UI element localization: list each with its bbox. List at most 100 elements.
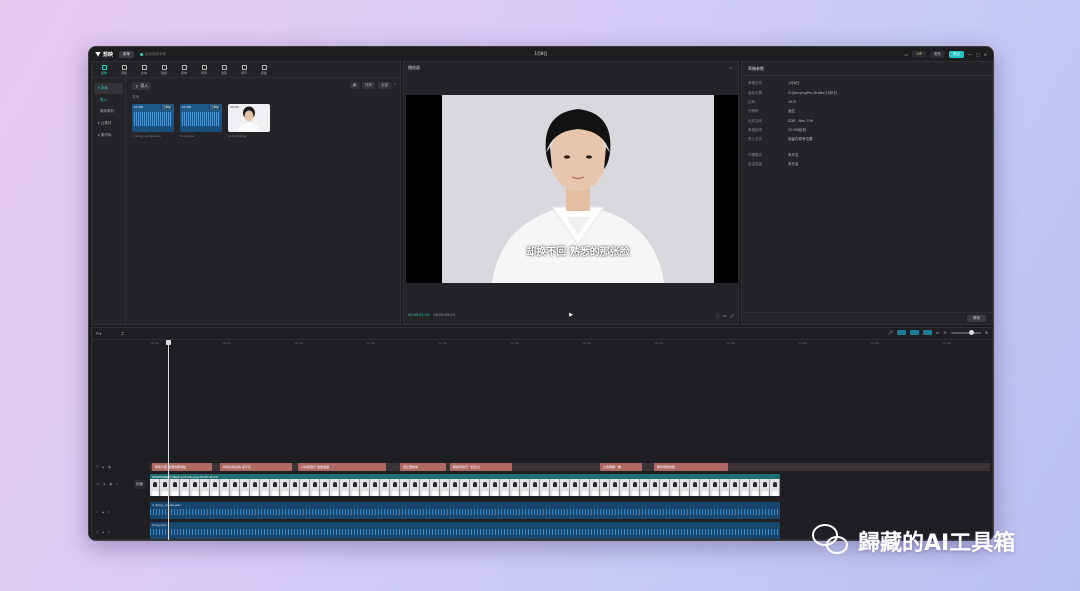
text-clip[interactable]: 回忆里的你 [400, 463, 446, 471]
tab-transition[interactable]: 转场 [194, 62, 214, 77]
mute-icon[interactable]: 🔈︎ [108, 510, 110, 514]
side-item-local[interactable]: ▾ 本地 [94, 83, 123, 94]
video-frame-thumb [740, 479, 750, 496]
video-frame-thumb [720, 479, 730, 496]
split-icon[interactable]: ⌶ [121, 331, 123, 336]
video-clip[interactable]: 0bf2f5ef9a7c48e8 portrait.png 00:05:43:2… [150, 474, 780, 496]
play-icon[interactable]: ▶ [569, 312, 573, 318]
player-menu-icon[interactable]: ≡ [729, 65, 732, 70]
video-frame-thumb [400, 479, 410, 496]
select-tool-icon[interactable]: ⇱▾ [96, 331, 101, 336]
transition-icon [201, 64, 207, 70]
text-clip[interactable]: 却换不回 熟悉的那张脸 [152, 463, 212, 471]
side-item-library[interactable]: ▸ 素材库 [94, 130, 123, 141]
prop-row: 保存位置 D:/JianyingPro Drafts/1月8日 [748, 90, 837, 95]
sort-button[interactable]: 排序 [362, 82, 376, 89]
video-frame-thumb [710, 479, 720, 496]
video-frame: 却换不回 熟悉的那张脸 [442, 95, 714, 283]
magnet-toggle[interactable] [896, 330, 906, 335]
tab-template[interactable]: 模板 [254, 62, 274, 77]
search-icon[interactable]: ⌕ [394, 82, 396, 89]
side-item-import[interactable]: 导入 [92, 95, 125, 106]
video-frame-thumb [680, 479, 690, 496]
time-ruler[interactable]: 00:00 00:20 00:40 01:00 01:20 01:40 02:0… [150, 340, 992, 348]
minimize-icon[interactable]: — [968, 52, 972, 57]
media-section-label: 本地 [132, 95, 139, 99]
tab-adjust[interactable]: 调节 [234, 62, 254, 77]
view-toggle-icon[interactable]: ▦ [349, 82, 360, 89]
tab-media[interactable]: 媒体 [94, 62, 114, 77]
audio-track-header: ♪ 🔒︎ 🔈︎ [96, 530, 110, 534]
media-item[interactable]: 11:0X 已添加 Song.wav [180, 104, 222, 138]
tab-sticker[interactable]: 贴纸 [154, 62, 174, 77]
zoom-slider[interactable] [950, 330, 981, 335]
cover-button[interactable]: 封面 [134, 480, 145, 489]
video-frame-thumb [380, 479, 390, 496]
zoom-out-icon[interactable]: ⊖ [943, 330, 946, 335]
modify-button[interactable]: 修改 [967, 315, 986, 322]
link-toggle[interactable] [909, 330, 919, 335]
tab-filter[interactable]: 滤镜 [214, 62, 234, 77]
ratio-icon[interactable]: ▭ [723, 313, 727, 318]
tab-text[interactable]: 文本 [134, 62, 154, 77]
mute-icon[interactable]: 🔈︎ [108, 530, 110, 534]
audio-clip-vocals[interactable]: 1_Song_vocals.wav [150, 502, 780, 519]
playhead[interactable] [166, 340, 171, 540]
video-frame-thumb [420, 479, 430, 496]
video-frame-thumb [470, 479, 480, 496]
timeline-toolbar: ⇱▾ ⌶ 🎤︎ ⇔ ⊖ ⊕ [92, 328, 992, 340]
mute-icon[interactable]: 🔈︎ [116, 482, 118, 486]
text-clip[interactable]: 时间过得太快 来不及 [220, 463, 292, 471]
zoom-in-icon[interactable]: ⊕ [985, 330, 988, 335]
video-frame-thumb [360, 479, 370, 496]
text-icon [141, 64, 147, 70]
video-frame-thumb [200, 479, 210, 496]
microphone-icon[interactable]: 🎤︎ [888, 330, 893, 335]
side-item-media-assets[interactable]: 媒体素材 [92, 106, 125, 117]
close-icon[interactable]: ✕ [984, 52, 987, 57]
maximize-icon[interactable]: □ [976, 52, 980, 57]
layout-icon[interactable]: ▭ [905, 52, 909, 57]
video-track-icon: ▭ [96, 482, 100, 486]
video-preview[interactable]: 却换不回 熟悉的那张脸 [406, 95, 738, 283]
video-frame-thumb [320, 479, 330, 496]
filter-all-button[interactable]: 全部 [378, 82, 392, 89]
media-item[interactable]: 00:05 portrait.png [228, 104, 270, 138]
import-button[interactable]: ⇪ 导入 [132, 82, 152, 90]
media-side-nav: ▾ 本地 导入 媒体素材 ▸ 云素材 ▸ 素材库 [92, 78, 126, 324]
crop-icon[interactable]: ⛶ [716, 313, 719, 318]
lock-icon[interactable]: 🔒︎ [102, 465, 104, 469]
lock-icon[interactable]: 🔒︎ [102, 530, 104, 534]
lock-icon[interactable]: 🔒︎ [103, 482, 105, 486]
side-item-cloud[interactable]: ▸ 云素材 [94, 118, 123, 129]
menu-button[interactable]: 菜单 [119, 50, 135, 58]
media-item[interactable]: 11:0X 已添加 1_Song_vocals.wav [132, 104, 174, 138]
text-clip[interactable]: 那些年我们一起走过 [450, 463, 512, 471]
text-clip[interactable]: 那张熟悉的脸 [654, 463, 728, 471]
tab-audio[interactable]: 音频 [114, 62, 134, 77]
preview-axis-toggle[interactable] [922, 330, 932, 335]
align-icon[interactable]: ⇔ [936, 330, 939, 335]
vip-button[interactable]: VIP [912, 51, 926, 57]
export-button[interactable]: 导出 [948, 50, 964, 58]
props-title: 草稿参数 [742, 62, 992, 76]
video-frame-thumb [690, 479, 700, 496]
photo-thumbnail: 00:05 [228, 104, 270, 132]
video-frame-thumb [460, 479, 470, 496]
project-title: 1月8日 [534, 51, 548, 56]
audio-clip-song[interactable]: Song.wav [150, 522, 780, 539]
fullscreen-icon[interactable]: ⤢ [731, 313, 734, 318]
text-clip[interactable]: 让我再看一看 [600, 463, 642, 471]
watermark: 歸藏的AI工具箱 [812, 524, 1015, 558]
text-track: 却换不回 熟悉的那张脸 时间过得太快 来不及 只好把回忆 慢慢收藏 回忆里的你 … [150, 463, 990, 471]
video-frame-thumb [750, 479, 760, 496]
lock-icon[interactable]: 🔒︎ [102, 510, 104, 514]
tab-effects[interactable]: 特效 [174, 62, 194, 77]
eye-icon[interactable]: ◉ [108, 465, 111, 469]
video-frame-thumb [520, 479, 530, 496]
eye-icon[interactable]: ◉ [109, 482, 112, 486]
text-clip[interactable]: 只好把回忆 慢慢收藏 [298, 463, 386, 471]
video-frame-thumb [610, 479, 620, 496]
publish-button[interactable]: 发布 [929, 50, 945, 58]
media-item-name: Song.wav [180, 134, 195, 138]
